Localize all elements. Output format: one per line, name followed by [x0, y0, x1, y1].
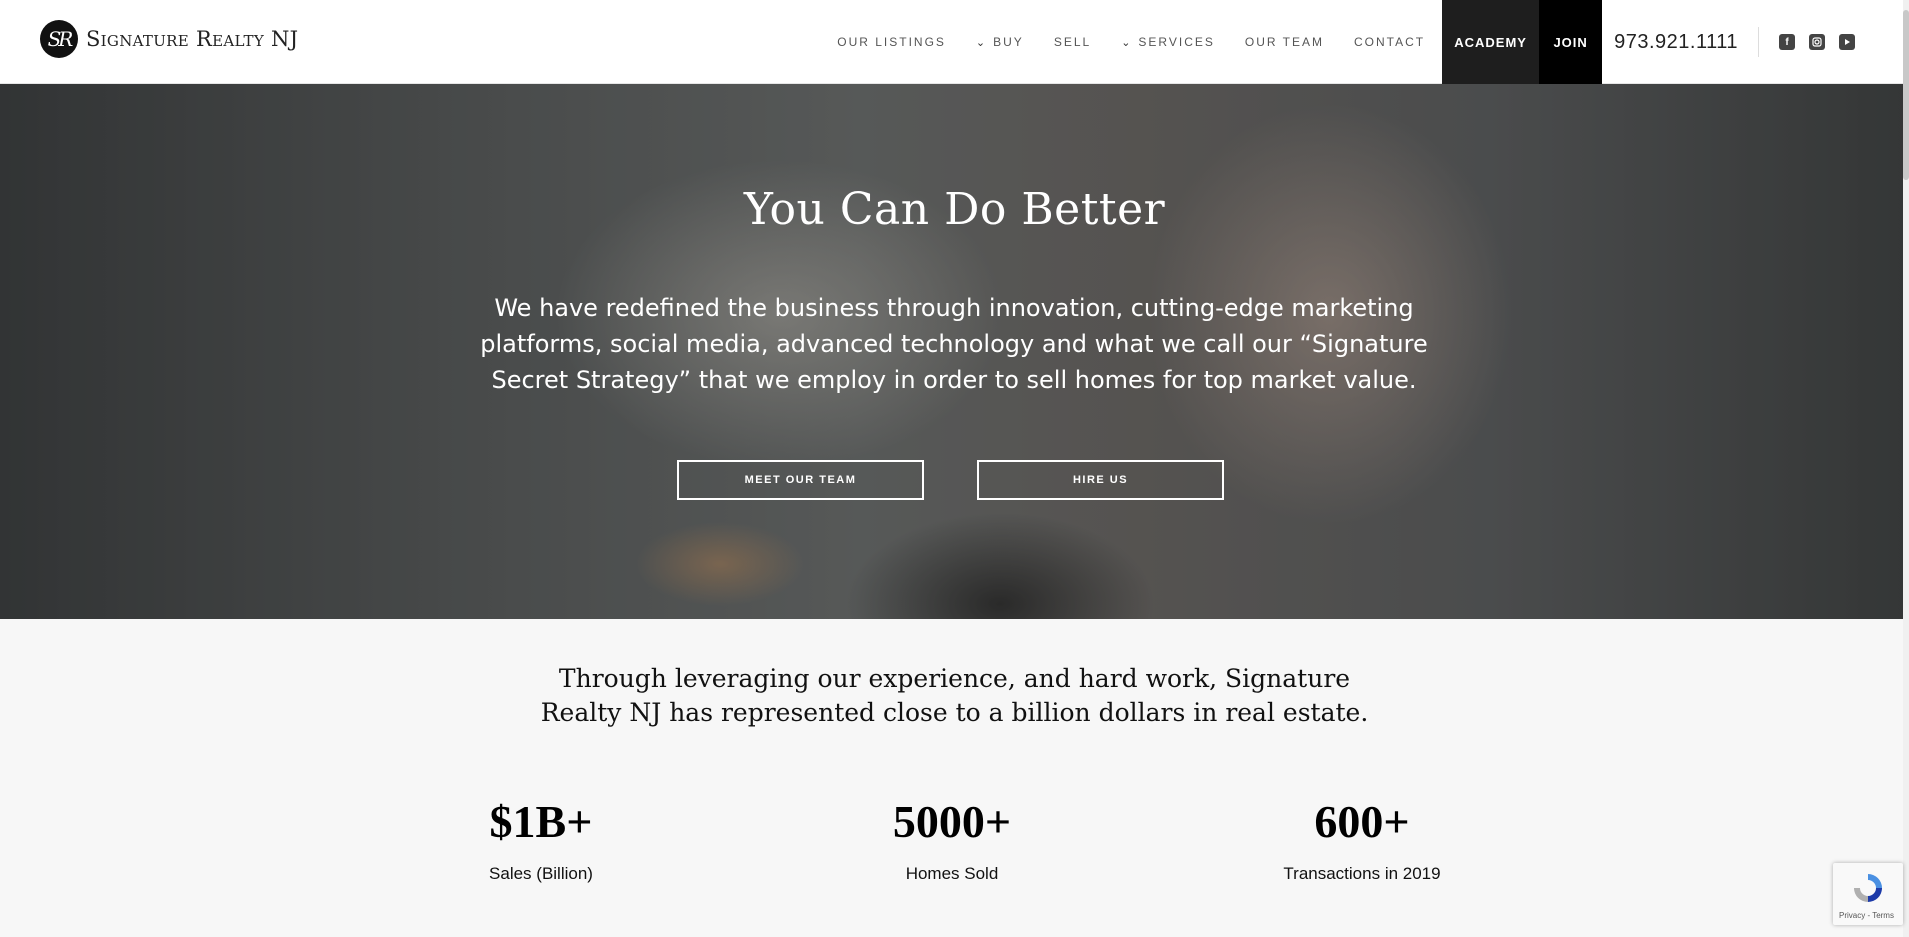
- nav-our-listings[interactable]: Our Listings: [837, 35, 946, 49]
- nav-label: Our Listings: [837, 35, 946, 49]
- stat-value: 600+: [1314, 796, 1410, 847]
- stat-transactions: 600+ Transactions in 2019: [1212, 795, 1512, 884]
- nav-label: Our Team: [1244, 35, 1324, 49]
- nav-label: Sell: [1053, 35, 1092, 49]
- recaptcha-links[interactable]: Privacy - Terms: [1839, 911, 1894, 920]
- nav-label: Services: [1138, 35, 1215, 49]
- nav-label: Contact: [1354, 35, 1426, 49]
- phone-number[interactable]: 973.921.1111: [1614, 31, 1738, 54]
- facebook-icon[interactable]: f: [1779, 34, 1795, 50]
- recaptcha-badge[interactable]: Privacy - Terms: [1833, 863, 1903, 925]
- nav-sell[interactable]: Sell: [1054, 35, 1091, 49]
- hire-us-button[interactable]: Hire Us: [977, 460, 1224, 500]
- header-divider: [1758, 27, 1759, 57]
- logo-mark: SR: [40, 20, 78, 58]
- youtube-icon[interactable]: [1839, 34, 1855, 50]
- nav-buy[interactable]: ⌄ Buy: [976, 35, 1024, 49]
- stat-value: $1B+: [489, 796, 593, 847]
- stat-sales: $1B+ Sales (Billion): [391, 795, 691, 884]
- stat-label: Homes Sold: [905, 864, 999, 883]
- join-button[interactable]: Join: [1539, 0, 1603, 84]
- academy-button[interactable]: Academy: [1442, 0, 1540, 84]
- hero-description: We have redefined the business through i…: [480, 294, 1428, 394]
- instagram-icon[interactable]: [1809, 34, 1825, 50]
- intro-statement: Through leveraging our experience, and h…: [0, 662, 1909, 730]
- site-logo[interactable]: SR Signature Realty NJ: [40, 20, 298, 58]
- nav-our-team[interactable]: Our Team: [1245, 35, 1324, 49]
- nav-label: Buy: [993, 35, 1024, 49]
- nav-services[interactable]: ⌄ Services: [1121, 35, 1215, 49]
- intro-line: Realty NJ has represented close to a bil…: [540, 698, 1369, 727]
- hero-section: You Can Do Better We have redefined the …: [0, 84, 1909, 619]
- logo-text: Signature Realty NJ: [86, 27, 299, 51]
- hero-title: You Can Do Better: [743, 184, 1166, 235]
- chevron-down-icon: ⌄: [1121, 36, 1133, 49]
- main-nav: Our Listings ⌄ Buy Sell ⌄ Services Our Tea…: [822, 0, 1909, 84]
- recaptcha-icon: [1851, 871, 1885, 910]
- chevron-down-icon: ⌄: [975, 36, 988, 49]
- stat-label: Sales (Billion): [489, 864, 593, 883]
- stat-label: Transactions in 2019: [1283, 864, 1441, 883]
- nav-contact[interactable]: Contact: [1354, 35, 1425, 49]
- stat-homes-sold: 5000+ Homes Sold: [802, 795, 1102, 884]
- page-scrollbar[interactable]: [1903, 0, 1909, 937]
- scrollbar-thumb[interactable]: [1903, 10, 1909, 180]
- intro-line: Through leveraging our experience, and h…: [558, 664, 1351, 693]
- stat-value: 5000+: [892, 796, 1012, 847]
- meet-our-team-button[interactable]: Meet Our Team: [677, 460, 924, 500]
- site-header: SR Signature Realty NJ Our Listings ⌄ Buy…: [0, 0, 1909, 84]
